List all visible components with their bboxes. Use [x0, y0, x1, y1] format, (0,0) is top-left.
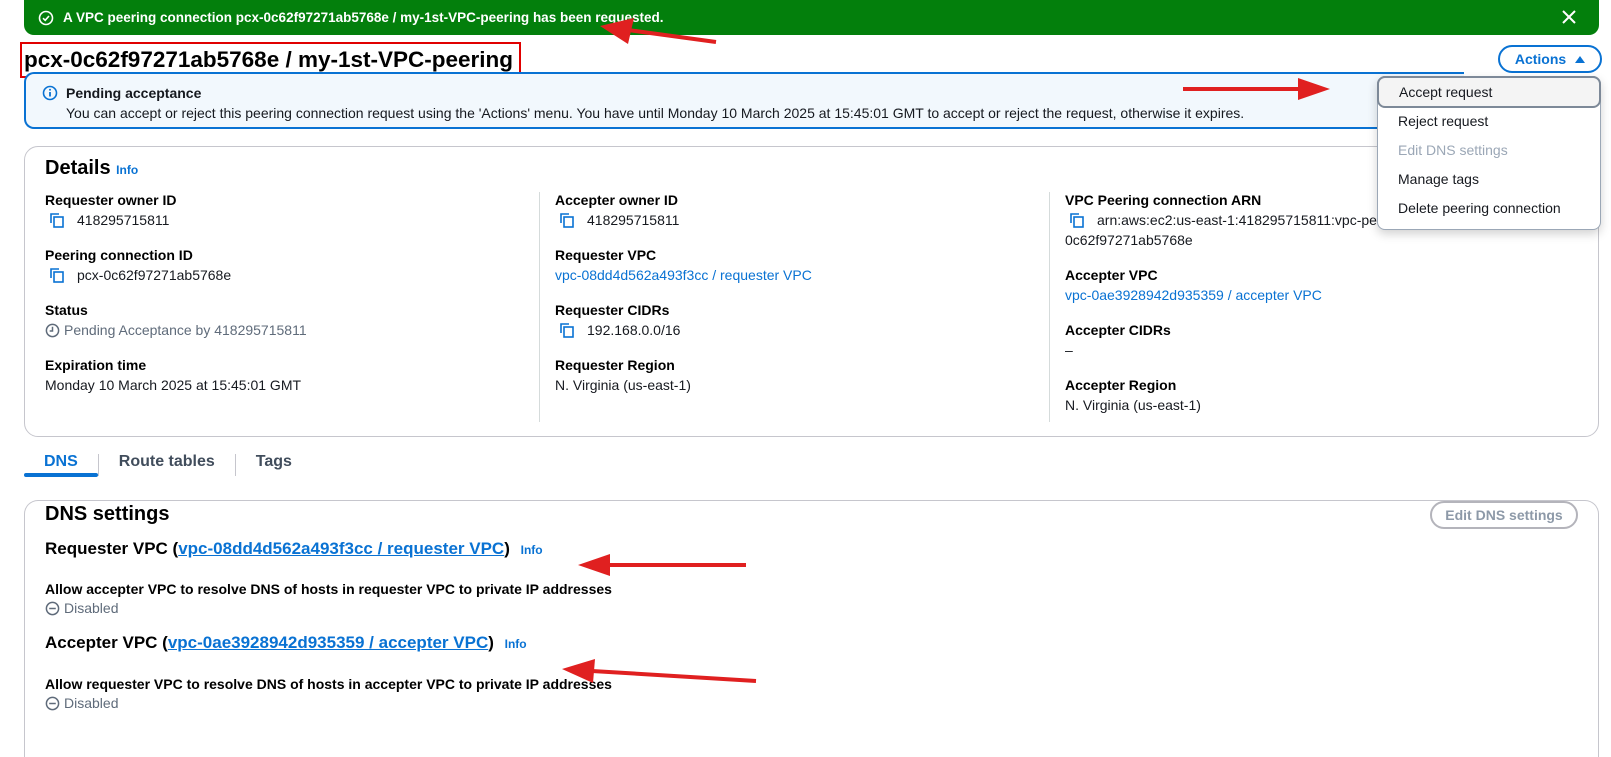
annotation-arrow [578, 554, 746, 576]
annotation-arrow [600, 18, 717, 44]
annotation-arrow [562, 659, 757, 683]
annotation-arrow [1183, 78, 1330, 100]
annotation-arrows [562, 18, 1330, 683]
